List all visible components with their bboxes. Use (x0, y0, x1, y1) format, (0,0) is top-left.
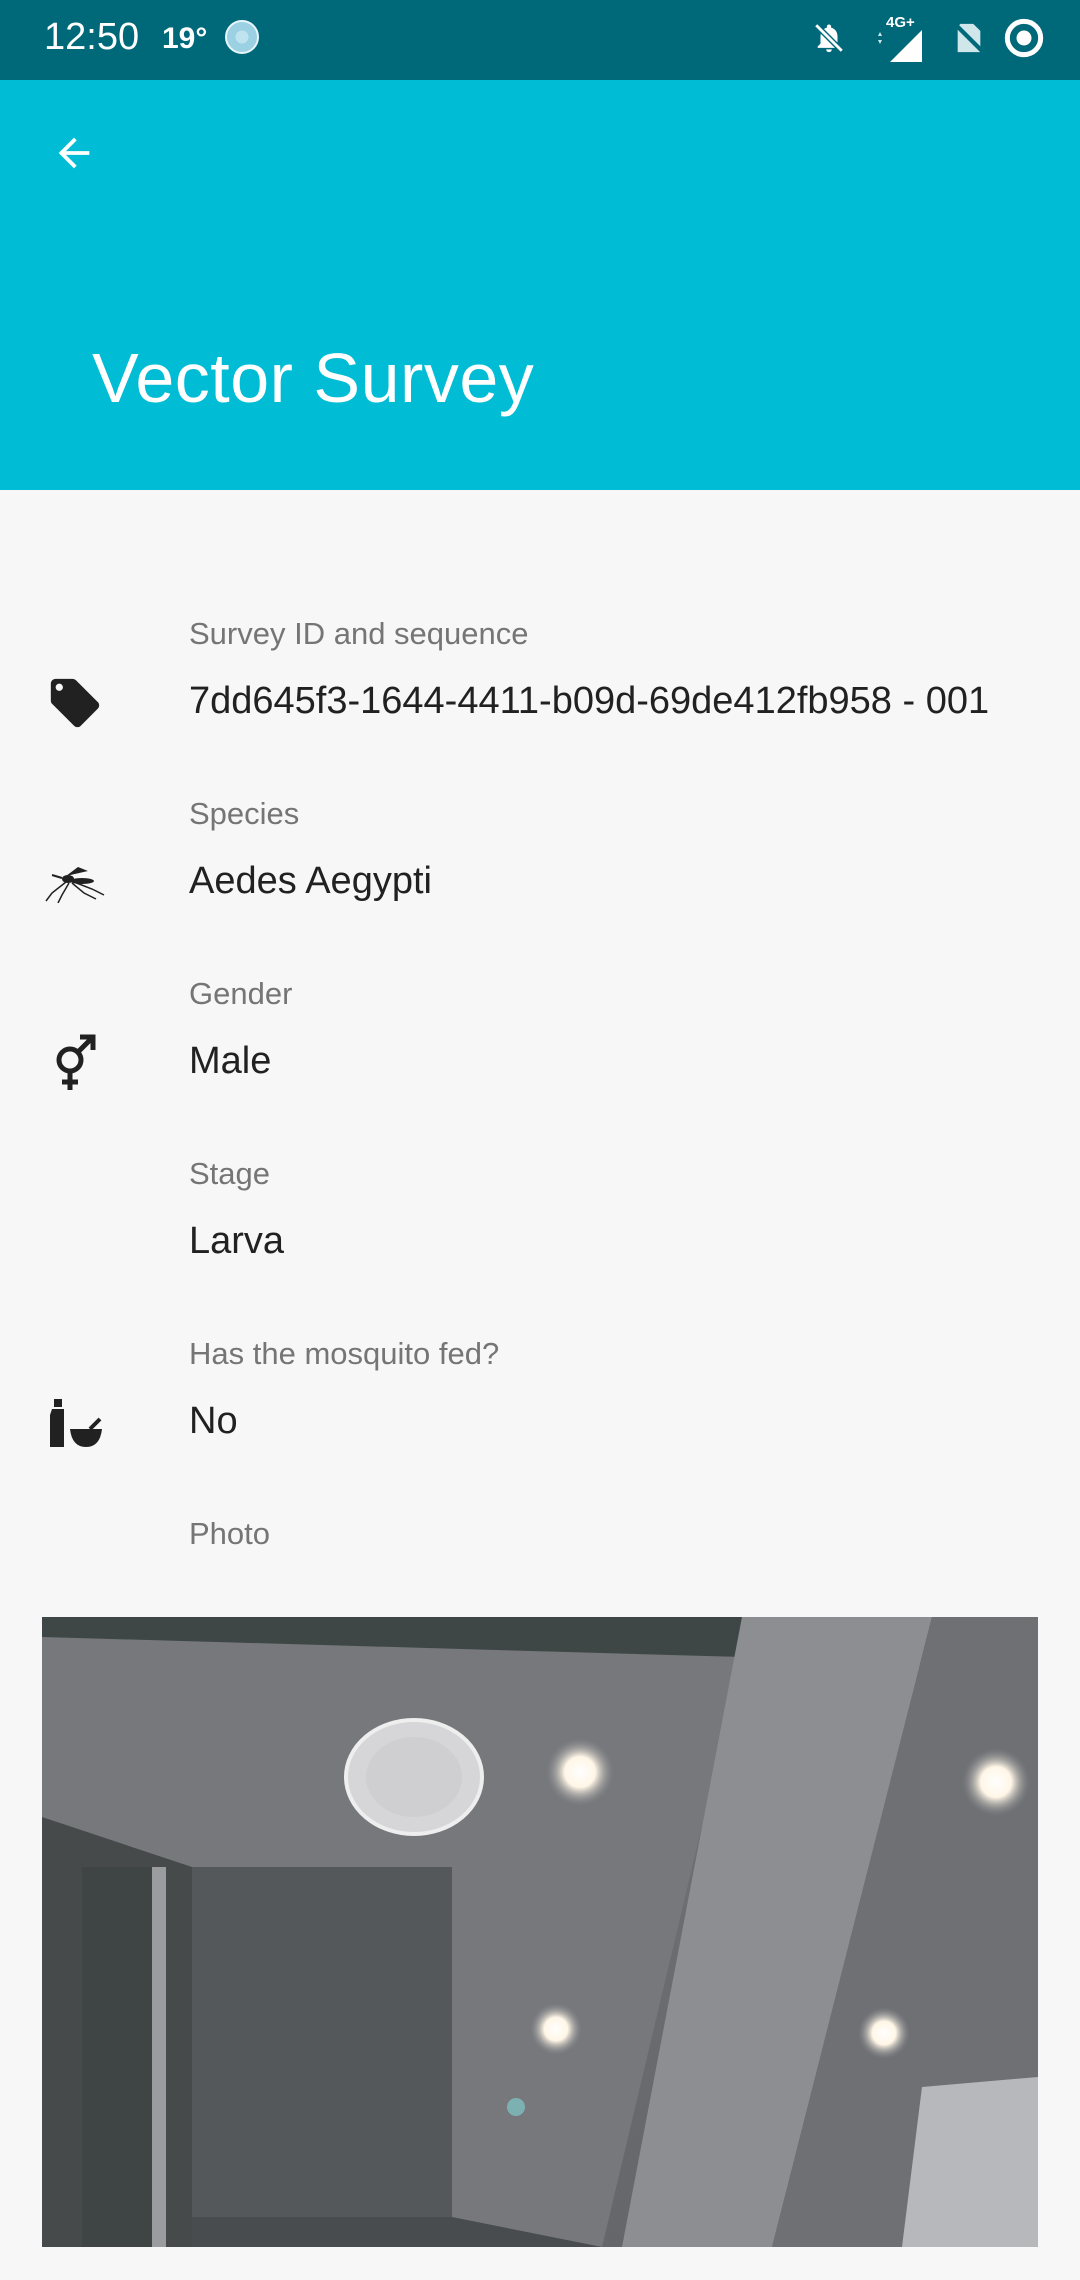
bottle-bowl-icon (40, 1388, 110, 1458)
page-title: Vector Survey (92, 339, 535, 417)
species-label: Species (189, 796, 300, 831)
arrow-back-icon (51, 130, 97, 181)
signal-icon: 4G+ (864, 14, 934, 62)
bell-off-icon (812, 19, 846, 62)
survey-id-value: 7dd645f3-1644-4411-b09d-69de412fb958 - 0… (189, 680, 990, 722)
fed-value: No (189, 1400, 238, 1442)
back-button[interactable] (40, 121, 108, 189)
status-bar: 12:50 19° 4G+ (0, 0, 1080, 80)
no-sim-icon (952, 19, 986, 62)
stage-value: Larva (189, 1220, 285, 1262)
status-temperature: 19° (162, 22, 208, 55)
survey-id-label: Survey ID and sequence (189, 616, 529, 651)
status-icons: 4G+ (812, 14, 1044, 63)
photo-label: Photo (189, 1516, 271, 1551)
stage-label: Stage (189, 1156, 271, 1191)
fed-label: Has the mosquito fed? (189, 1336, 500, 1371)
gender-label: Gender (189, 976, 293, 1011)
survey-photo[interactable] (42, 1617, 1038, 2247)
app-bar: Vector Survey (0, 80, 1080, 490)
ceiling-photo-image (42, 1617, 1038, 2247)
record-icon (1004, 18, 1044, 63)
tag-icon (40, 668, 110, 738)
weather-icon (225, 20, 259, 54)
species-value: Aedes Aegypti (189, 860, 432, 902)
mosquito-icon (40, 848, 110, 918)
status-time: 12:50 (44, 16, 140, 58)
gender-value: Male (189, 1040, 272, 1082)
gender-icon (40, 1028, 110, 1098)
